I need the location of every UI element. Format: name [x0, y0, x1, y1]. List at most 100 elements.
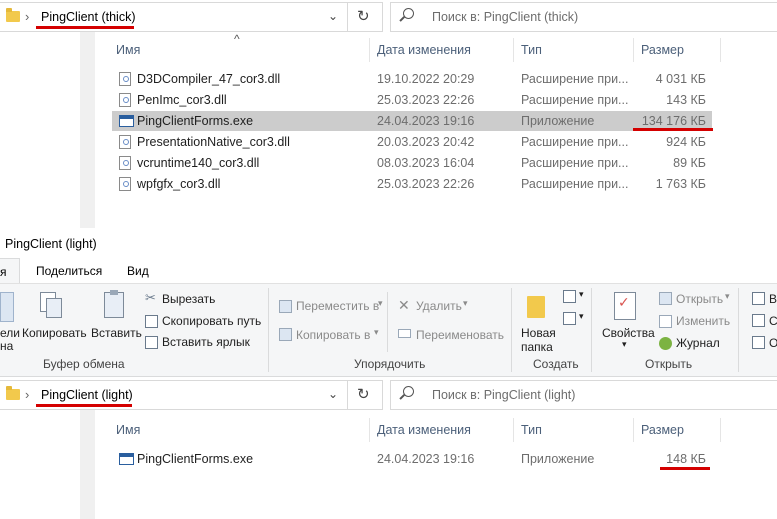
divider — [387, 292, 388, 352]
divider — [347, 3, 348, 31]
chevron-down-icon: ▾ — [579, 289, 584, 299]
chevron-down-icon: ▾ — [579, 311, 584, 321]
address-path[interactable]: PingClient (thick) — [41, 10, 135, 24]
file-name: D3DCompiler_47_cor3.dll — [137, 72, 281, 86]
file-row[interactable]: wpfgfx_cor3.dll 25.03.2023 22:26 Расшире… — [112, 174, 712, 194]
file-row[interactable]: vcruntime140_cor3.dll 08.03.2023 16:04 Р… — [112, 153, 712, 173]
nav-scrollbar[interactable] — [80, 32, 95, 228]
cut-button[interactable]: Вырезать — [162, 292, 215, 306]
sort-arrow-icon: ^ — [234, 32, 240, 46]
file-row[interactable]: D3DCompiler_47_cor3.dll 19.10.2022 20:29… — [112, 69, 712, 89]
window-title-bar[interactable]: PingClient (light) — [0, 228, 777, 258]
chevron-down-icon: ▾ — [374, 327, 379, 337]
paste-button[interactable]: Вставить — [91, 326, 142, 340]
chevron-down-icon: ▾ — [725, 291, 730, 301]
paste-shortcut-button[interactable]: Вставить ярлык — [162, 335, 250, 349]
navigation-pane[interactable] — [0, 32, 95, 228]
search-box-light[interactable]: Поиск в: PingClient (light) — [390, 380, 777, 410]
column-date[interactable]: Дата изменения — [377, 423, 471, 437]
chevron-down-icon[interactable]: ⌄ — [328, 387, 338, 401]
ribbon: ели на Копировать Вставить ✂ Вырезать Ск… — [0, 283, 777, 377]
file-name: PresentationNative_cor3.dll — [137, 135, 290, 149]
select-none-icon — [752, 314, 765, 327]
select-all-icon — [752, 292, 765, 305]
delete-button[interactable]: Удалить — [416, 299, 462, 313]
invert-selection-button[interactable]: Об — [769, 336, 777, 350]
rename-button[interactable]: Переименовать — [416, 328, 504, 342]
file-row[interactable]: PresentationNative_cor3.dll 20.03.2023 2… — [112, 132, 712, 152]
pin-label[interactable]: на — [0, 339, 13, 353]
column-divider[interactable] — [369, 38, 370, 62]
navigation-pane[interactable] — [0, 410, 95, 519]
chevron-right-icon[interactable]: › — [25, 9, 29, 24]
tab-share[interactable]: Поделиться — [36, 264, 102, 278]
group-divider — [738, 288, 739, 372]
file-name: wpfgfx_cor3.dll — [137, 177, 221, 191]
column-divider[interactable] — [369, 418, 370, 442]
file-date: 20.03.2023 20:42 — [377, 135, 475, 149]
column-type[interactable]: Тип — [521, 43, 542, 57]
properties-button[interactable]: Свойства — [602, 326, 655, 340]
address-bar-light[interactable]: › PingClient (light) ⌄ ↻ — [0, 380, 383, 410]
column-divider[interactable] — [513, 418, 514, 442]
copy-icon — [40, 292, 62, 318]
nav-scrollbar[interactable] — [80, 410, 95, 519]
edit-button[interactable]: Изменить — [676, 314, 730, 328]
refresh-icon[interactable]: ↻ — [357, 385, 370, 403]
address-bar-thick[interactable]: › PingClient (thick) ⌄ ↻ — [0, 2, 383, 32]
group-divider — [511, 288, 512, 372]
rename-icon — [398, 329, 411, 338]
red-underline — [36, 26, 134, 29]
group-label-organize: Упорядочить — [354, 357, 426, 371]
chevron-down-icon: ▾ — [463, 298, 468, 308]
red-underline — [36, 404, 132, 407]
column-divider[interactable] — [720, 38, 721, 62]
scissors-icon: ✂ — [145, 290, 156, 305]
column-size[interactable]: Размер — [641, 423, 684, 437]
tab-view[interactable]: Вид — [127, 264, 149, 278]
chevron-right-icon[interactable]: › — [25, 387, 29, 402]
new-folder-button[interactable]: Новая — [521, 326, 556, 340]
file-size: 134 176 КБ — [641, 114, 706, 128]
window-title: PingClient (light) — [5, 237, 97, 251]
tab-home[interactable]: я — [0, 258, 20, 283]
column-divider[interactable] — [633, 418, 634, 442]
copy-to-button[interactable]: Копировать в — [296, 328, 370, 342]
column-type[interactable]: Тип — [521, 423, 542, 437]
copy-path-button[interactable]: Скопировать путь — [162, 314, 261, 328]
select-none-button[interactable]: Сн — [769, 314, 777, 328]
column-divider[interactable] — [720, 418, 721, 442]
search-icon — [403, 386, 414, 397]
open-button[interactable]: Открыть — [676, 292, 723, 306]
file-type: Приложение — [521, 452, 595, 466]
paste-shortcut-icon — [145, 336, 158, 349]
copy-path-icon — [145, 315, 158, 328]
history-button[interactable]: Журнал — [676, 336, 720, 350]
column-divider[interactable] — [513, 38, 514, 62]
column-date[interactable]: Дата изменения — [377, 43, 471, 57]
new-item-icon[interactable] — [563, 290, 576, 303]
address-path[interactable]: PingClient (light) — [41, 388, 133, 402]
chevron-down-icon: ▾ — [622, 339, 627, 349]
file-size: 143 КБ — [666, 93, 706, 107]
select-all-button[interactable]: Вы — [769, 292, 777, 306]
file-row[interactable]: PenImc_cor3.dll 25.03.2023 22:26 Расшире… — [112, 90, 712, 110]
move-to-button[interactable]: Переместить в — [296, 299, 379, 313]
file-row-selected[interactable]: PingClientForms.exe 24.04.2023 19:16 При… — [112, 111, 712, 131]
file-date: 24.04.2023 19:16 — [377, 452, 475, 466]
column-name[interactable]: Имя — [116, 43, 140, 57]
chevron-down-icon[interactable]: ⌄ — [328, 9, 338, 23]
group-label-create: Создать — [533, 357, 579, 371]
column-size[interactable]: Размер — [641, 43, 684, 57]
column-divider[interactable] — [633, 38, 634, 62]
column-name[interactable]: Имя — [116, 423, 140, 437]
file-name: PingClientForms.exe — [137, 452, 254, 466]
search-box-thick[interactable]: Поиск в: PingClient (thick) — [390, 2, 777, 32]
copy-button[interactable]: Копировать — [22, 326, 87, 340]
refresh-icon[interactable]: ↻ — [357, 7, 370, 25]
file-row[interactable]: PingClientForms.exe 24.04.2023 19:16 При… — [112, 449, 712, 469]
new-folder-button-line2[interactable]: папка — [521, 340, 553, 354]
easy-access-icon[interactable] — [563, 312, 576, 325]
file-type: Приложение — [521, 114, 595, 128]
pin-label[interactable]: ели — [0, 326, 20, 340]
